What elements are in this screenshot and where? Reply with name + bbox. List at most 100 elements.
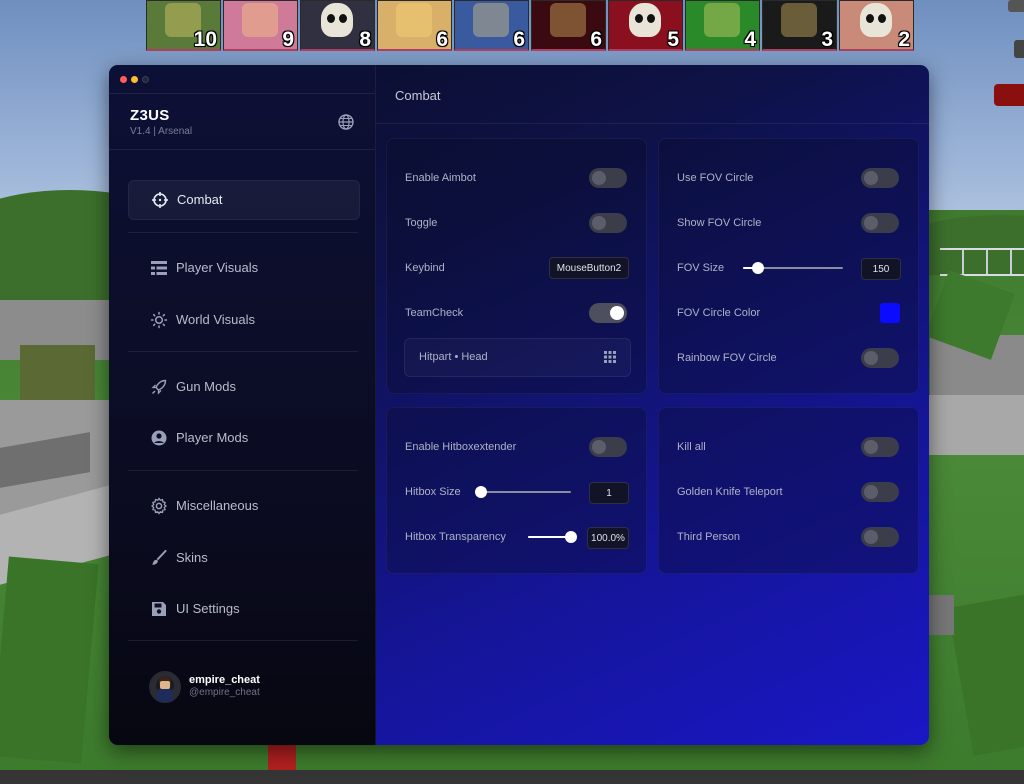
third-person-label: Third Person: [677, 531, 740, 543]
toggle-knob: [864, 440, 878, 454]
enable-aimbot-toggle[interactable]: [589, 168, 627, 188]
hitbox-size-slider[interactable]: [475, 483, 571, 501]
blonde-avatar: [396, 3, 432, 37]
green-spiky-avatar: [704, 3, 740, 37]
save-icon: [152, 602, 166, 616]
helmet-avatar: [781, 3, 817, 37]
crate: [20, 345, 95, 400]
toggle-knob: [864, 530, 878, 544]
hitbox-transparency-label: Hitbox Transparency: [405, 531, 506, 543]
kill-count: 5: [667, 28, 679, 51]
avatar: [149, 671, 181, 703]
enable-hitboxextender-label: Enable Hitboxextender: [405, 441, 517, 453]
leaderboard-player: 3: [762, 0, 837, 51]
teamcheck-toggle[interactable]: [589, 303, 627, 323]
nav-item-ui-settings[interactable]: UI Settings: [128, 590, 358, 628]
rocket-icon: [151, 379, 167, 395]
slider-track: [481, 491, 571, 493]
user-icon: [151, 430, 167, 446]
skull-avatar: [321, 3, 353, 37]
nav-item-label: Player Mods: [176, 430, 249, 445]
nav-item-label: World Visuals: [176, 312, 255, 327]
cheat-menu-window: Z3US V1.4 | Arsenal Combat Player Visual…: [109, 65, 929, 745]
nametag: [1014, 40, 1024, 58]
nav-item-label: Gun Mods: [176, 379, 236, 394]
nav-item-label: Player Visuals: [176, 260, 259, 275]
close-window-button[interactable]: [120, 76, 127, 83]
fov-size-value[interactable]: 150: [861, 258, 901, 280]
use-fov-circle-label: Use FOV Circle: [677, 172, 754, 184]
leaderboard-player: 10: [146, 0, 221, 51]
nav-item-skins[interactable]: Skins: [128, 539, 358, 577]
toggle-knob: [610, 306, 624, 320]
third-person-toggle[interactable]: [861, 527, 899, 547]
keybind-button[interactable]: MouseButton2: [549, 257, 629, 279]
teamcheck-label: TeamCheck: [405, 307, 464, 319]
toggle-knob: [592, 216, 606, 230]
app-version: V1.4 | Arsenal: [130, 126, 193, 137]
list-icon: [151, 261, 167, 275]
golden-knife-teleport-toggle[interactable]: [861, 482, 899, 502]
leaderboard-player: 9: [223, 0, 298, 51]
kill-count: 6: [436, 28, 448, 51]
divider: [109, 93, 375, 94]
nav-item-gun-mods[interactable]: Gun Mods: [128, 368, 358, 406]
kill-all-label: Kill all: [677, 441, 706, 453]
maximize-window-button[interactable]: [142, 76, 149, 83]
hitbox-transparency-slider[interactable]: [528, 528, 577, 546]
hitpart-value: Hitpart • Head: [419, 351, 488, 363]
divider: [128, 640, 358, 641]
fov-color-swatch[interactable]: [880, 303, 900, 323]
gear-icon: [150, 497, 168, 515]
app-title: Z3US: [130, 107, 170, 124]
nametag: [994, 84, 1024, 106]
show-fov-circle-label: Show FOV Circle: [677, 217, 762, 229]
aimbot-panel: Enable Aimbot Toggle Keybind MouseButton…: [386, 138, 647, 394]
hitpart-dropdown[interactable]: Hitpart • Head: [404, 338, 631, 377]
skeleton-avatar: [629, 3, 661, 37]
nav-item-player-visuals[interactable]: Player Visuals: [128, 249, 358, 287]
kill-count: 10: [193, 28, 217, 51]
toggle-knob: [592, 171, 606, 185]
nav-item-combat[interactable]: Combat: [128, 180, 360, 220]
hitbox-transparency-value[interactable]: 100.0%: [587, 527, 629, 549]
path: [929, 395, 1024, 455]
divider: [128, 232, 358, 233]
slider-thumb[interactable]: [752, 262, 764, 274]
nav-item-world-visuals[interactable]: World Visuals: [128, 301, 358, 339]
rainbow-fov-circle-toggle[interactable]: [861, 348, 899, 368]
nav-item-label: Skins: [176, 550, 208, 565]
content-header: Combat: [376, 65, 929, 124]
sun-icon: [150, 311, 168, 329]
slider-thumb[interactable]: [475, 486, 487, 498]
leaderboard-player: 6: [377, 0, 452, 51]
nav-item-player-mods[interactable]: Player Mods: [128, 419, 358, 457]
user-handle: @empire_cheat: [189, 687, 260, 698]
leaderboard-player: 2: [839, 0, 914, 51]
nav-item-miscellaneous[interactable]: Miscellaneous: [128, 487, 358, 525]
page-title: Combat: [395, 88, 441, 103]
globe-icon[interactable]: [338, 114, 354, 130]
misc-panel: Kill all Golden Knife Teleport Third Per…: [658, 407, 919, 574]
kill-all-toggle[interactable]: [861, 437, 899, 457]
sidebar: Z3US V1.4 | Arsenal Combat Player Visual…: [109, 65, 376, 745]
kill-count: 6: [590, 28, 602, 51]
slider-thumb[interactable]: [565, 531, 577, 543]
enable-hitboxextender-toggle[interactable]: [589, 437, 627, 457]
aimbot-toggle-mode-toggle[interactable]: [589, 213, 627, 233]
hitbox-size-value[interactable]: 1: [589, 482, 629, 504]
toggle-label: Toggle: [405, 217, 438, 229]
fov-size-slider[interactable]: [743, 259, 843, 277]
toggle-knob: [592, 440, 606, 454]
minimize-window-button[interactable]: [131, 76, 138, 83]
use-fov-circle-toggle[interactable]: [861, 168, 899, 188]
toggle-knob: [864, 216, 878, 230]
kill-count: 6: [513, 28, 525, 51]
fov-circle-color-label: FOV Circle Color: [677, 307, 761, 319]
golden-knife-teleport-label: Golden Knife Teleport: [677, 486, 783, 498]
leaderboard-player: 6: [454, 0, 529, 51]
show-fov-circle-toggle[interactable]: [861, 213, 899, 233]
player-model: [268, 745, 296, 770]
yellow-avatar: [473, 3, 509, 37]
rock: [929, 595, 954, 635]
